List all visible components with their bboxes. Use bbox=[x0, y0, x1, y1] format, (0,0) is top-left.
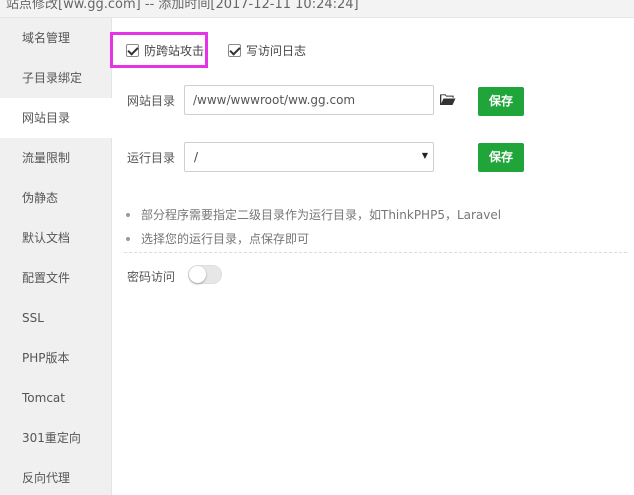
password-access-label: 密码访问 bbox=[127, 270, 176, 284]
sidebar-item-ssl[interactable]: SSL bbox=[0, 298, 112, 338]
bullet-icon bbox=[126, 236, 130, 241]
folder-open-icon[interactable] bbox=[440, 93, 456, 106]
sidebar-item-php-version[interactable]: PHP版本 bbox=[0, 338, 112, 378]
sidebar-item-redirect-301[interactable]: 301重定向 bbox=[0, 418, 112, 458]
window-title: 站点修改[ww.gg.com] -- 添加时间[2017-12-11 10:24… bbox=[6, 0, 359, 12]
main-panel: 防跨站攻击 写访问日志 网站目录 保存 运行目录 / ▼ 保存 部分程序需要指定… bbox=[110, 18, 634, 495]
site-dir-label: 网站目录 bbox=[127, 94, 176, 108]
access-log-option[interactable]: 写访问日志 bbox=[228, 41, 306, 59]
sidebar-item-site-dir[interactable]: 网站目录 bbox=[0, 98, 113, 138]
sidebar-item-config-file[interactable]: 配置文件 bbox=[0, 258, 112, 298]
divider bbox=[124, 252, 627, 253]
toggle-knob bbox=[189, 266, 206, 283]
sidebar-item-subdir-binding[interactable]: 子目录绑定 bbox=[0, 58, 112, 98]
tip-item: 部分程序需要指定二级目录作为运行目录，如ThinkPHP5，Laravel bbox=[126, 206, 501, 223]
anti-xss-option[interactable]: 防跨站攻击 bbox=[126, 41, 204, 59]
window-titlebar: 站点修改[ww.gg.com] -- 添加时间[2017-12-11 10:24… bbox=[0, 0, 634, 18]
access-log-label: 写访问日志 bbox=[246, 43, 307, 58]
anti-xss-checkbox[interactable] bbox=[126, 43, 139, 57]
tip-text: 部分程序需要指定二级目录作为运行目录，如ThinkPHP5，Laravel bbox=[141, 208, 502, 222]
save-run-dir-button[interactable]: 保存 bbox=[478, 143, 524, 172]
run-dir-select[interactable]: / ▼ bbox=[184, 142, 434, 172]
tip-text: 选择您的运行目录，点保存即可 bbox=[141, 232, 310, 246]
sidebar-item-default-doc[interactable]: 默认文档 bbox=[0, 218, 112, 258]
sidebar-item-rewrite[interactable]: 伪静态 bbox=[0, 178, 112, 218]
save-site-dir-button[interactable]: 保存 bbox=[478, 87, 524, 116]
sidebar-item-reverse-proxy[interactable]: 反向代理 bbox=[0, 458, 112, 495]
tip-item: 选择您的运行目录，点保存即可 bbox=[126, 230, 309, 247]
run-dir-label: 运行目录 bbox=[127, 151, 176, 165]
password-access-toggle[interactable] bbox=[188, 265, 222, 284]
site-dir-input[interactable] bbox=[184, 85, 434, 115]
anti-xss-label: 防跨站攻击 bbox=[144, 43, 205, 58]
run-dir-selected-value: / bbox=[194, 150, 199, 164]
sidebar-item-tomcat[interactable]: Tomcat bbox=[0, 378, 112, 418]
sidebar-item-traffic-limit[interactable]: 流量限制 bbox=[0, 138, 112, 178]
triangle-down-icon: ▼ bbox=[421, 151, 428, 160]
sidebar-item-domains[interactable]: 域名管理 bbox=[0, 18, 112, 58]
sidebar: 域名管理 子目录绑定 网站目录 流量限制 伪静态 默认文档 配置文件 SSL P… bbox=[0, 18, 113, 495]
bullet-icon bbox=[126, 212, 130, 217]
access-log-checkbox[interactable] bbox=[228, 43, 241, 57]
